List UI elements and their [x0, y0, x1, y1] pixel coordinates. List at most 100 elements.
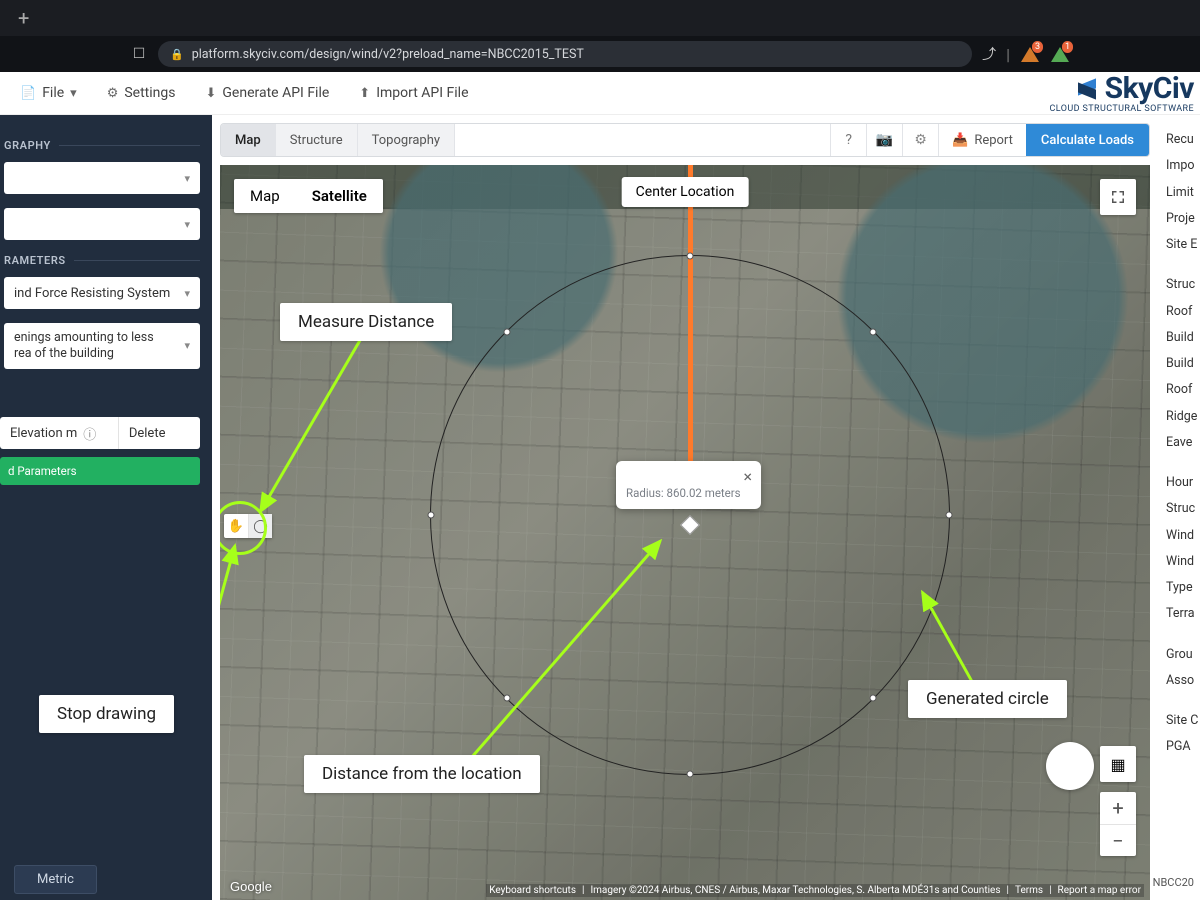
- delete-label: Delete: [129, 426, 166, 441]
- google-watermark: Google: [230, 879, 272, 894]
- tab-topography[interactable]: Topography: [358, 124, 455, 156]
- tab-map[interactable]: Map: [221, 124, 276, 156]
- zoom-control: + −: [1100, 792, 1136, 856]
- tab-structure[interactable]: Structure: [276, 124, 358, 156]
- select-1[interactable]: ▾: [4, 162, 200, 194]
- map-type-map[interactable]: Map: [234, 179, 296, 213]
- brand-name: SkyCiv: [1105, 74, 1194, 104]
- center-panel: Map Structure Topography ? 📷 ⚙ 📥Report C…: [212, 115, 1158, 900]
- right-item[interactable]: Struc: [1166, 496, 1200, 522]
- menu-generate-api[interactable]: ⬇ Generate API File: [205, 85, 329, 101]
- section-title-2: RAMETERS: [0, 254, 66, 267]
- right-item[interactable]: Site E: [1166, 232, 1200, 258]
- menu-file[interactable]: 📄 File ▾: [20, 85, 77, 101]
- map-canvas[interactable]: Map Satellite Center Location ✋ ◯ × Radi…: [220, 165, 1150, 900]
- right-item: [1166, 628, 1200, 642]
- map-type-satellite[interactable]: Satellite: [296, 179, 383, 213]
- select-wind-force-label: ind Force Resisting System: [14, 286, 170, 301]
- select-openings[interactable]: enings amounting to less rea of the buil…: [4, 323, 200, 369]
- pegman-icon[interactable]: [1046, 742, 1094, 790]
- close-icon[interactable]: ×: [743, 467, 752, 486]
- chevron-down-icon: ▾: [184, 218, 190, 231]
- zoom-in-button[interactable]: +: [1100, 792, 1136, 824]
- brand-logo: SkyCiv CLOUD STRUCTURAL SOFTWARE: [1050, 74, 1194, 114]
- app-menubar: 📄 File ▾ ⚙ Settings ⬇ Generate API File …: [0, 72, 1200, 115]
- right-item[interactable]: Asso: [1166, 668, 1200, 694]
- report-icon: 📥: [952, 133, 968, 148]
- right-item[interactable]: Build: [1166, 325, 1200, 351]
- layers-button[interactable]: ▦: [1100, 746, 1136, 782]
- left-panel: GRAPHY ▾ ▾ RAMETERS ind Force Resisting …: [0, 115, 212, 900]
- info-icon: ⓘ: [83, 424, 96, 443]
- chevron-down-icon: ▾: [70, 86, 77, 101]
- radius-value: Radius: 860.02 meters: [626, 486, 751, 500]
- right-panel: RecuImpoLimitProjeSite EStrucRoofBuildBu…: [1158, 115, 1200, 900]
- bookmark-icon[interactable]: ☐: [130, 45, 148, 63]
- extension-1-icon[interactable]: 3: [1020, 44, 1040, 64]
- imagery-text: Imagery ©2024 Airbus, CNES / Airbus, Max…: [590, 885, 1000, 896]
- right-item[interactable]: Wind: [1166, 523, 1200, 549]
- code-label: NBCC20: [1158, 871, 1194, 894]
- terms-link[interactable]: Terms: [1015, 885, 1043, 896]
- right-item[interactable]: Wind: [1166, 549, 1200, 575]
- file-icon: 📄: [20, 86, 36, 101]
- menu-import-api[interactable]: ⬆ Import API File: [359, 85, 468, 101]
- right-item[interactable]: Recu: [1166, 127, 1200, 153]
- right-item[interactable]: Terra: [1166, 601, 1200, 627]
- right-item[interactable]: Type: [1166, 575, 1200, 601]
- confirm-label: d Parameters: [8, 464, 77, 478]
- measure-distance-button[interactable]: ◯: [248, 514, 272, 538]
- fullscreen-icon: [1109, 188, 1127, 206]
- menu-file-label: File: [42, 85, 64, 101]
- fullscreen-button[interactable]: [1100, 179, 1136, 215]
- unit-label: Metric: [37, 872, 74, 887]
- share-icon[interactable]: ⤴: [982, 44, 996, 64]
- right-item[interactable]: Build: [1166, 351, 1200, 377]
- lock-icon: 🔒: [170, 48, 184, 61]
- delete-button[interactable]: Delete: [119, 417, 200, 449]
- right-item[interactable]: Proje: [1166, 206, 1200, 232]
- keyboard-shortcuts-link[interactable]: Keyboard shortcuts: [489, 885, 576, 896]
- extension-2-icon[interactable]: 1: [1050, 44, 1070, 64]
- calculate-loads-button[interactable]: Calculate Loads: [1026, 124, 1149, 156]
- report-button[interactable]: 📥Report: [938, 124, 1026, 156]
- right-item[interactable]: Roof: [1166, 377, 1200, 403]
- radius-info-popup: × Radius: 860.02 meters: [616, 461, 761, 509]
- right-item[interactable]: PGA: [1166, 734, 1200, 760]
- right-item: [1166, 258, 1200, 272]
- section-title-1: GRAPHY: [0, 139, 51, 152]
- right-item[interactable]: Eave: [1166, 430, 1200, 456]
- right-item[interactable]: Struc: [1166, 272, 1200, 298]
- zoom-out-button[interactable]: −: [1100, 824, 1136, 856]
- right-item[interactable]: Grou: [1166, 642, 1200, 668]
- stop-drawing-button[interactable]: ✋: [224, 514, 248, 538]
- menu-settings[interactable]: ⚙ Settings: [107, 85, 176, 101]
- select-openings-label: enings amounting to less rea of the buil…: [14, 330, 154, 361]
- map-type-switch: Map Satellite: [234, 179, 383, 213]
- settings-button[interactable]: ⚙: [902, 124, 938, 156]
- url-bar[interactable]: 🔒 platform.skyciv.com/design/wind/v2?pre…: [158, 41, 972, 67]
- gear-icon: ⚙: [107, 86, 119, 101]
- cube-icon: [1075, 76, 1101, 102]
- right-item[interactable]: Impo: [1166, 153, 1200, 179]
- brand-tagline: CLOUD STRUCTURAL SOFTWARE: [1050, 104, 1194, 114]
- select-wind-force[interactable]: ind Force Resisting System▾: [4, 277, 200, 309]
- help-button[interactable]: ?: [830, 124, 866, 156]
- right-item[interactable]: Limit: [1166, 180, 1200, 206]
- new-tab-icon[interactable]: +: [10, 8, 37, 28]
- select-2[interactable]: ▾: [4, 208, 200, 240]
- right-item[interactable]: Hour: [1166, 470, 1200, 496]
- right-item[interactable]: Ridge: [1166, 404, 1200, 430]
- camera-button[interactable]: 📷: [866, 124, 902, 156]
- elevation-button[interactable]: Elevation mⓘ: [0, 417, 119, 449]
- unit-toggle[interactable]: Metric: [14, 865, 97, 894]
- right-item[interactable]: Site C: [1166, 708, 1200, 734]
- report-map-error-link[interactable]: Report a map error: [1058, 885, 1141, 896]
- menu-settings-label: Settings: [124, 85, 175, 101]
- right-item: [1166, 694, 1200, 708]
- view-ribbon: Map Structure Topography ? 📷 ⚙ 📥Report C…: [220, 123, 1150, 157]
- url-text: platform.skyciv.com/design/wind/v2?prelo…: [192, 47, 584, 62]
- confirm-parameters-button[interactable]: d Parameters: [0, 457, 200, 485]
- right-item[interactable]: Roof: [1166, 299, 1200, 325]
- browser-url-row: ☐ 🔒 platform.skyciv.com/design/wind/v2?p…: [0, 36, 1200, 72]
